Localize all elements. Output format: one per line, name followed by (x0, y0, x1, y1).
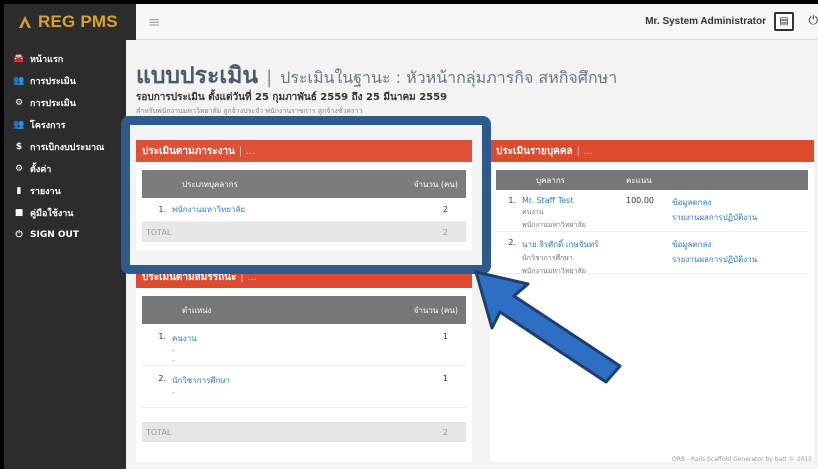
users-icon: 👥 (13, 120, 25, 130)
brand-name: REG PMS (38, 12, 118, 31)
sidebar-item-label: การประเมิน (30, 77, 76, 87)
sidebar-item-budget[interactable]: $ การเบิกงบประมาณ (4, 136, 126, 158)
table-header: บุคลากร คะแนน (496, 170, 808, 190)
cogs-icon: ⚙ (14, 98, 24, 108)
sidebar-item-manual[interactable]: ■ คู่มือใช้งาน (4, 202, 126, 224)
competency-panel: ประเมินตามสมรรถนะ | ... ตำแหน่ง จำนวน (คน… (136, 266, 472, 462)
user-name[interactable]: Mr. System Administrator (645, 16, 766, 27)
row-number: 1. (158, 332, 166, 341)
column-header: ตำแหน่ง (182, 305, 212, 315)
users-icon: 👥 (13, 76, 25, 86)
row-count: 1 (442, 374, 448, 383)
total-value: 2 (442, 427, 448, 437)
evaluation-round: รอบการประเมิน ตั้งแต่วันที่ 25 กุมภาพันธ… (136, 92, 448, 103)
agreement-link[interactable]: ข้อมูลตกลง (672, 196, 802, 209)
sidebar-item-home[interactable]: 🚘 หน้าแรก (4, 48, 126, 70)
panel-title: ประเมินรายบุคคล (496, 145, 573, 157)
panel-header: ประเมินรายบุคคล | ... (490, 140, 814, 162)
car-icon: 🚘 (13, 54, 25, 64)
row-link[interactable]: Mr. Staff Test (522, 196, 626, 205)
total-label: TOTAL (146, 427, 172, 437)
panel-collapse-toggle[interactable]: | ... (577, 146, 593, 157)
top-bar: REG PMS ≡ Mr. System Administrator ▤ ⏻ (4, 4, 818, 40)
row-score: 100.00 (626, 196, 654, 205)
power-icon: ⏻ (15, 230, 23, 240)
row-link[interactable]: คนงาน (172, 332, 382, 345)
sidebar-item-label: SIGN OUT (30, 230, 79, 240)
sidebar-item-projects[interactable]: 👥 โครงการ (4, 114, 126, 136)
row-link[interactable]: นาย จิรศักดิ์ เกษจันทร์ (522, 238, 626, 251)
sidebar: 🚘หน้าแรก 👥การประเมิน ⚙การประเมิน› 👥โครงก… (4, 40, 130, 469)
sidebar-item-label: รายงาน (30, 187, 61, 197)
page-subtitle: ประเมินในฐานะ : หัวหน้ากลุ่มภารกิจ สหกิจ… (280, 68, 618, 87)
table-row: 1. Mr. Staff Test คนงาน พนักงานมหาวิทยาล… (496, 190, 808, 232)
row-number: 2. (158, 374, 166, 383)
pointer-arrow-icon (474, 270, 622, 384)
highlight-box (121, 116, 491, 274)
bar-chart-icon: ▮ (16, 186, 22, 196)
performance-report-link[interactable]: รายงานผลการปฏิบัติงาน (672, 211, 802, 224)
page-title-main: แบบประเมิน (136, 63, 259, 89)
row-score (626, 238, 672, 273)
sidebar-item-settings[interactable]: ⚙ ตั้งค่า (4, 158, 126, 180)
row-detail: - (172, 347, 175, 355)
row-count: 1 (442, 332, 448, 341)
brand-logo[interactable]: REG PMS (4, 4, 136, 40)
power-icon[interactable]: ⏻ (809, 13, 818, 28)
agreement-link[interactable]: ข้อมูลตกลง (672, 238, 802, 251)
sidebar-item-evaluation[interactable]: 👥 การประเมิน (4, 70, 126, 92)
sidebar-item-label: การเบิกงบประมาณ (30, 143, 105, 153)
table-row: 2. นักวิชาการศึกษา - 1 (142, 366, 466, 408)
column-header: จำนวน (คน) (413, 305, 458, 315)
table-total: TOTAL 2 (142, 422, 466, 442)
performance-report-link[interactable]: รายงานผลการปฏิบัติงาน (672, 253, 802, 266)
sidebar-item-signout[interactable]: ⏻ SIGN OUT (4, 224, 126, 246)
row-detail: - (172, 389, 175, 397)
column-header: คะแนน (626, 175, 652, 185)
cogs-icon: ⚙ (14, 164, 24, 174)
row-detail: นักวิชาการศึกษา (522, 254, 573, 262)
menu-toggle-icon[interactable]: ≡ (148, 13, 161, 31)
logo-icon (19, 16, 31, 28)
sidebar-item-label: คู่มือใช้งาน (30, 209, 74, 219)
footer-credit: ORB - Rails Scaffold Generator by batt ©… (672, 456, 812, 463)
row-link[interactable]: นักวิชาการศึกษา (172, 374, 382, 387)
row-number: 1. (508, 196, 516, 205)
book-icon: ■ (14, 208, 24, 218)
sidebar-item-label: หน้าแรก (30, 55, 64, 65)
column-header: บุคลากร (536, 175, 565, 185)
screen-icon[interactable]: ▤ (774, 12, 794, 31)
sidebar-item-label: ตั้งค่า (30, 165, 52, 175)
row-detail: คนงาน (522, 208, 544, 216)
table-header: ตำแหน่ง จำนวน (คน) (142, 296, 466, 324)
page-title: แบบประเมิน | ประเมินในฐานะ : หัวหน้ากลุ่มภ… (136, 58, 617, 94)
sidebar-item-evaluation-settings[interactable]: ⚙การประเมิน› (4, 92, 130, 114)
sidebar-item-label: โครงการ (30, 121, 66, 131)
sidebar-item-label: การประเมิน (30, 99, 76, 109)
title-separator: | (266, 67, 273, 88)
dollar-icon: $ (15, 142, 23, 152)
row-detail: - (172, 357, 175, 365)
table-row: 1. คนงาน - - 1 (142, 324, 466, 366)
sidebar-item-reports[interactable]: ▮ รายงาน (4, 180, 126, 202)
app-window: REG PMS ≡ Mr. System Administrator ▤ ⏻ 🚘… (4, 4, 818, 469)
row-detail: พนักงานมหาวิทยาลัย (522, 221, 586, 229)
